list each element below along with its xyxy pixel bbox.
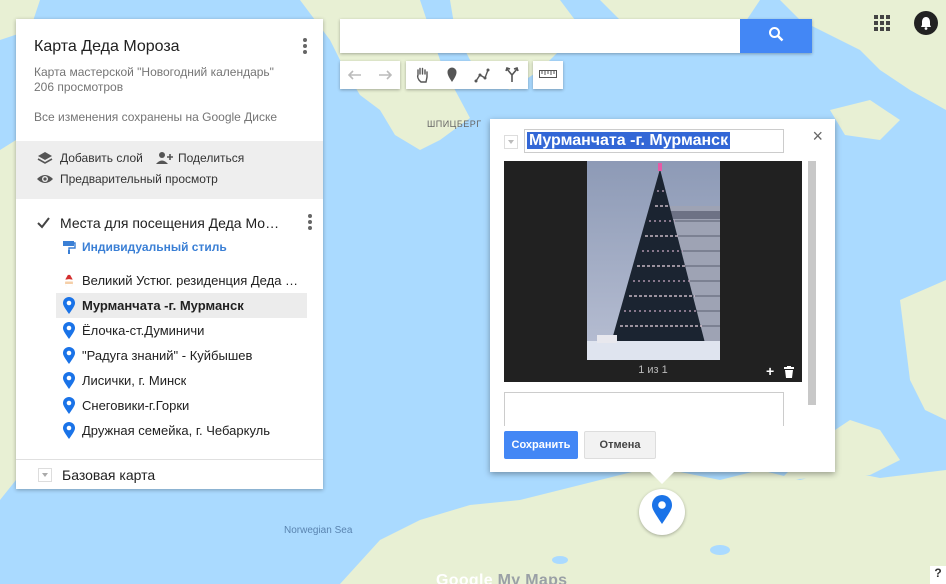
christmas-tree-photo[interactable] (587, 161, 720, 360)
place-label: Мурманчата -г. Мурманск (82, 298, 244, 313)
trash-icon[interactable] (784, 365, 794, 383)
map-legend-panel: Карта Деда Мороза Карта мастерской "Ново… (16, 19, 323, 489)
close-icon[interactable]: × (812, 127, 823, 145)
hand-icon[interactable] (407, 67, 437, 83)
add-layer-button[interactable]: Добавить слой (36, 151, 143, 165)
help-button[interactable]: ? (930, 566, 946, 584)
save-status: Все изменения сохранены на Google Диске (34, 110, 278, 124)
media-counter: 1 из 1 (638, 364, 668, 376)
add-layer-label: Добавить слой (60, 151, 143, 165)
panel-actions: Добавить слой Поделиться Предварительный… (16, 141, 323, 199)
draw-line-icon[interactable] (467, 67, 497, 83)
list-item[interactable]: Великий Устюг. резиденция Деда Мороза (56, 268, 307, 293)
apps-grid-icon[interactable] (873, 14, 891, 32)
layer-title[interactable]: Места для посещения Деда Мороза (60, 215, 282, 231)
paint-roller-icon (62, 240, 76, 254)
basemap-section[interactable]: Базовая карта (16, 459, 323, 489)
preview-label: Предварительный просмотр (60, 172, 218, 186)
eye-icon (36, 172, 54, 186)
chevron-down-icon[interactable] (504, 135, 518, 149)
feature-edit-popup: Мурманчата -г. Мурманск × 1 из 1 + Сохра… (490, 119, 835, 484)
region-label: ШПИЦБЕРГ (427, 119, 482, 129)
layers-icon (36, 151, 54, 165)
basemap-label: Базовая карта (62, 466, 156, 483)
map-pin-icon (62, 371, 76, 390)
logo-google: Google (436, 572, 493, 584)
marker-icon[interactable] (437, 67, 467, 83)
google-my-maps-logo: Google My Maps (436, 572, 567, 584)
chevron-down-icon (38, 467, 52, 482)
preview-button[interactable]: Предварительный просмотр (36, 172, 218, 186)
notifications-bell-icon[interactable] (914, 11, 938, 35)
drawing-tools-group (406, 61, 528, 89)
map-subtitle: Карта мастерской "Новогодний календарь" (34, 65, 274, 79)
map-options-menu-icon[interactable] (299, 37, 311, 57)
map-pin-icon (62, 321, 76, 340)
redo-icon[interactable] (370, 69, 400, 81)
ruler-button[interactable] (533, 61, 563, 89)
search-input[interactable] (340, 19, 740, 53)
map-pin-icon (62, 296, 76, 315)
individual-style-link[interactable]: Индивидуальный стиль (62, 240, 227, 254)
search-bar (340, 19, 812, 53)
place-label: "Радуга знаний" - Куйбышев (82, 348, 253, 363)
popup-scrollbar[interactable] (808, 161, 816, 405)
search-button[interactable] (740, 19, 812, 53)
popup-pointer (650, 472, 674, 484)
layer-header: Места для посещения Деда Мороза (36, 213, 316, 233)
add-media-icon[interactable]: + (766, 363, 774, 379)
santa-icon (62, 271, 76, 290)
logo-product: My Maps (497, 572, 568, 584)
list-item[interactable]: Дружная семейка, г. Чебаркуль (56, 418, 307, 443)
cancel-button[interactable]: Отмена (584, 431, 656, 459)
feature-description-field[interactable] (504, 392, 784, 426)
place-label: Дружная семейка, г. Чебаркуль (82, 423, 271, 438)
map-description[interactable]: Карта мастерской "Новогодний календарь" … (34, 65, 274, 95)
layer-options-menu-icon[interactable] (304, 213, 316, 233)
feature-title-text: Мурманчата -г. Мурманск (527, 132, 731, 149)
place-label: Ёлочка-ст.Думиничи (82, 323, 205, 338)
layer-visibility-checkbox[interactable] (36, 216, 50, 230)
map-pin-icon (62, 421, 76, 440)
share-button[interactable]: Поделиться (154, 151, 244, 165)
map-pin-icon (651, 494, 673, 530)
save-button[interactable]: Сохранить (504, 431, 578, 459)
selected-map-marker[interactable] (639, 489, 685, 535)
add-person-icon (154, 151, 173, 165)
share-label: Поделиться (178, 151, 245, 165)
list-item[interactable]: Мурманчата -г. Мурманск (56, 293, 307, 318)
list-item[interactable]: "Радуга знаний" - Куйбышев (56, 343, 307, 368)
map-title[interactable]: Карта Деда Мороза (34, 38, 180, 56)
map-pin-icon (62, 396, 76, 415)
ruler-icon (539, 66, 557, 84)
undo-redo-group (340, 61, 400, 89)
search-icon (768, 26, 784, 47)
place-label: Великий Устюг. резиденция Деда Мороза (82, 273, 307, 288)
undo-icon[interactable] (340, 69, 370, 81)
individual-style-label: Индивидуальный стиль (82, 240, 227, 254)
sea-label: Norwegian Sea (284, 525, 353, 536)
directions-icon[interactable] (497, 67, 527, 83)
map-pin-icon (62, 346, 76, 365)
view-count: 206 просмотров (34, 80, 124, 94)
media-viewer: 1 из 1 + (504, 161, 802, 382)
place-label: Лисички, г. Минск (82, 373, 187, 388)
list-item[interactable]: Лисички, г. Минск (56, 368, 307, 393)
places-list: Великий Устюг. резиденция Деда Мороза Му… (56, 268, 307, 443)
list-item[interactable]: Ёлочка-ст.Думиничи (56, 318, 307, 343)
feature-title-input[interactable]: Мурманчата -г. Мурманск (524, 129, 784, 153)
place-label: Снеговики-г.Горки (82, 398, 190, 413)
list-item[interactable]: Снеговики-г.Горки (56, 393, 307, 418)
